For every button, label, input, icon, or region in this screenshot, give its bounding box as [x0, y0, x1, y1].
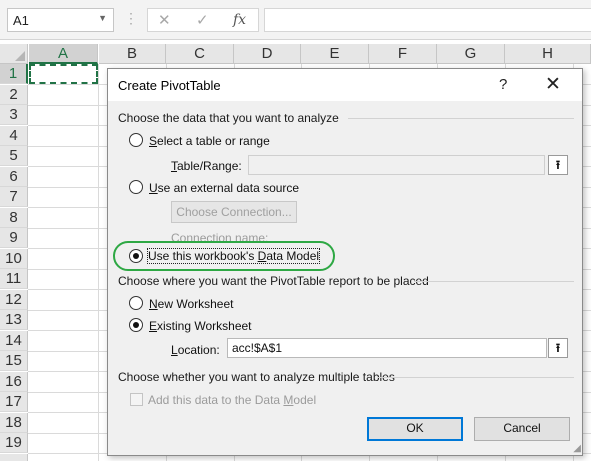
- data-model-label[interactable]: Use this workbook's Data Model: [146, 248, 321, 264]
- add-to-data-model-label: Add this data to the Data Model: [148, 393, 317, 407]
- new-worksheet-label[interactable]: New Worksheet: [149, 297, 233, 311]
- insert-function-icon[interactable]: fx: [233, 12, 246, 28]
- row-header-8[interactable]: 8: [0, 208, 28, 228]
- section-divider: [348, 118, 574, 119]
- section-divider: [414, 281, 574, 282]
- ok-button[interactable]: OK: [367, 417, 463, 441]
- row-header-13[interactable]: 13: [0, 310, 28, 330]
- column-header-f[interactable]: F: [369, 44, 437, 64]
- enter-icon[interactable]: ✓: [196, 11, 209, 29]
- cancel-entry-icon[interactable]: ✕: [158, 11, 171, 29]
- row-header-5[interactable]: 5: [0, 146, 28, 166]
- row-header-10[interactable]: 10: [0, 249, 28, 269]
- formula-buttons: ✕ ✓ fx: [147, 8, 259, 32]
- select-table-radio[interactable]: [129, 133, 143, 147]
- row-header-3[interactable]: 3: [0, 105, 28, 125]
- row-header-17[interactable]: 17: [0, 392, 28, 412]
- location-label: Location:: [171, 343, 220, 357]
- name-box-value: A1: [13, 13, 29, 28]
- row-header-15[interactable]: 15: [0, 351, 28, 371]
- table-range-field[interactable]: [248, 155, 545, 175]
- connection-name-label: Connection name:: [171, 231, 269, 245]
- column-header-d[interactable]: D: [234, 44, 301, 64]
- section-data-source-label: Choose the data that you want to analyze: [118, 111, 339, 125]
- existing-worksheet-radio[interactable]: [129, 318, 143, 332]
- row-header-18[interactable]: 18: [0, 413, 28, 433]
- collapse-dialog-icon[interactable]: ⭱: [548, 338, 568, 358]
- external-source-label[interactable]: Use an external data source: [149, 181, 299, 195]
- new-worksheet-radio[interactable]: [129, 296, 143, 310]
- section-placement-label: Choose where you want the PivotTable rep…: [118, 274, 429, 288]
- row-header-12[interactable]: 12: [0, 290, 28, 310]
- choose-connection-button[interactable]: Choose Connection...: [171, 201, 297, 223]
- add-to-data-model-checkbox[interactable]: [130, 393, 143, 406]
- external-source-radio[interactable]: [129, 180, 143, 194]
- table-range-label: Table/Range:: [171, 159, 242, 173]
- location-field[interactable]: acc!$A$1: [227, 338, 547, 358]
- row-header-19[interactable]: 19: [0, 433, 28, 453]
- column-header-g[interactable]: G: [437, 44, 505, 64]
- name-box[interactable]: A1 ▼: [7, 8, 114, 32]
- grid-line: [98, 64, 99, 461]
- row-header-4[interactable]: 4: [0, 126, 28, 146]
- row-header-20-partial[interactable]: [0, 454, 28, 461]
- resize-grip-icon[interactable]: ◢: [573, 443, 581, 454]
- row-header-9[interactable]: 9: [0, 228, 28, 248]
- formula-input[interactable]: [264, 8, 591, 32]
- more-options-icon: ⋮: [124, 10, 138, 26]
- existing-worksheet-label[interactable]: Existing Worksheet: [149, 319, 252, 333]
- row-header-2[interactable]: 2: [0, 85, 28, 105]
- selected-cell-a1[interactable]: [29, 64, 98, 84]
- data-model-radio[interactable]: [129, 249, 143, 263]
- dialog-titlebar[interactable]: Create PivotTable ? ✕: [108, 69, 582, 101]
- select-all-corner[interactable]: [0, 44, 28, 64]
- collapse-dialog-icon[interactable]: ⭱: [548, 155, 568, 175]
- dialog-title: Create PivotTable: [118, 78, 221, 93]
- chevron-down-icon[interactable]: ▼: [98, 13, 107, 23]
- column-header-c[interactable]: C: [166, 44, 234, 64]
- section-divider: [378, 377, 574, 378]
- row-header-16[interactable]: 16: [0, 372, 28, 392]
- column-header-e[interactable]: E: [301, 44, 369, 64]
- help-icon[interactable]: ?: [499, 76, 507, 93]
- row-header-11[interactable]: 11: [0, 269, 28, 289]
- row-header-1[interactable]: 1: [0, 64, 28, 84]
- column-header-h[interactable]: H: [505, 44, 591, 64]
- row-header-14[interactable]: 14: [0, 331, 28, 351]
- close-icon[interactable]: ✕: [545, 73, 561, 96]
- row-header-6[interactable]: 6: [0, 167, 28, 187]
- create-pivottable-dialog: Create PivotTable ? ✕ Choose the data th…: [107, 68, 583, 456]
- column-header-a[interactable]: A: [29, 44, 98, 64]
- cancel-button[interactable]: Cancel: [474, 417, 570, 441]
- select-table-label[interactable]: Select a table or range: [149, 134, 270, 148]
- section-multiple-tables-label: Choose whether you want to analyze multi…: [118, 370, 395, 384]
- column-header-b[interactable]: B: [99, 44, 166, 64]
- formula-bar: A1 ▼ ⋮ ✕ ✓ fx: [0, 0, 591, 40]
- row-header-7[interactable]: 7: [0, 187, 28, 207]
